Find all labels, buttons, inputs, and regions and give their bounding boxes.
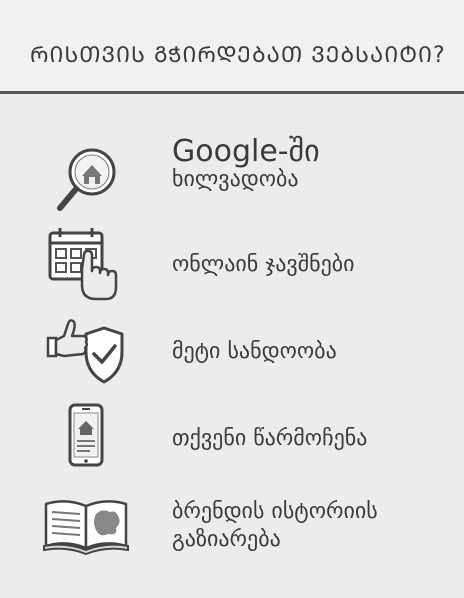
benefit-item-trust: მეტი სანდოობა <box>0 312 464 392</box>
benefit-title: ონლაინ ჯავშნები <box>172 252 355 277</box>
thumbs-up-shield-icon <box>42 312 132 392</box>
benefit-title: ბრენდის ისტორიის <box>172 499 378 524</box>
benefit-item-brand-story: ბრენდის ისტორიის გაზიარება <box>0 486 464 566</box>
benefit-title: Google-ში <box>172 134 320 169</box>
benefit-subtitle: გაზიარება <box>172 527 281 552</box>
benefit-subtitle: ხილვადობა <box>172 167 299 192</box>
page-title: ᲠᲘᲡᲗᲕᲘᲡ ᲒᲭᲘᲠᲓᲔᲑᲐᲗ ᲕᲔᲑᲡᲐᲘᲢᲘ? <box>30 43 446 68</box>
benefit-title: მეტი სანდოობა <box>172 339 337 364</box>
benefit-item-presentation: თქვენი წარმოჩენა <box>0 399 464 479</box>
open-book-icon <box>42 486 132 566</box>
benefit-item-google-visibility: Google-ში ხილვადობა <box>0 134 464 218</box>
calendar-touch-icon <box>42 225 132 305</box>
benefit-title: თქვენი წარმოჩენა <box>172 426 368 451</box>
header-bar: ᲠᲘᲡᲗᲕᲘᲡ ᲒᲭᲘᲠᲓᲔᲑᲐᲗ ᲕᲔᲑᲡᲐᲘᲢᲘ? <box>0 0 464 94</box>
phone-house-icon <box>42 399 132 479</box>
magnifier-house-icon <box>42 138 132 218</box>
benefit-item-online-booking: ონლაინ ჯავშნები <box>0 225 464 305</box>
